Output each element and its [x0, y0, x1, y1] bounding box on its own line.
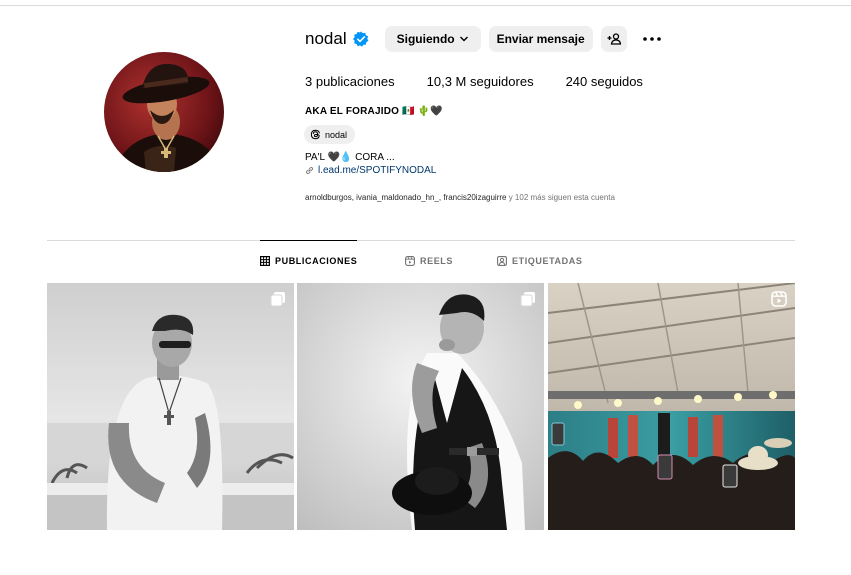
post-photo-concert [548, 283, 795, 530]
tab-posts[interactable]: PUBLICACIONES [260, 256, 357, 266]
profile-avatar[interactable] [104, 52, 224, 172]
profile-bio: PA'L 🖤💧 CORA ... [305, 152, 395, 163]
avatar-photo [104, 52, 224, 172]
add-user-icon [607, 33, 621, 45]
post-tile[interactable] [47, 283, 294, 530]
posts-count: 3 publicaciones [305, 74, 395, 89]
profile-link[interactable]: l.ead.me/SPOTIFYNODAL [305, 165, 436, 176]
following-count[interactable]: 240 seguidos [566, 74, 643, 89]
carousel-icon [270, 292, 285, 307]
more-dots-icon [642, 37, 661, 41]
threads-icon [310, 129, 320, 140]
followed-by-names: arnoldburgos, ivania_maldonado_hn_, fran… [305, 193, 507, 202]
reel-icon [771, 291, 787, 307]
profile-username: nodal [305, 29, 347, 48]
link-icon [305, 166, 314, 175]
more-options-button[interactable] [639, 26, 665, 52]
send-message-label: Enviar mensaje [496, 32, 585, 46]
chevron-down-icon [459, 36, 468, 42]
tagged-icon [497, 256, 507, 266]
followed-by-text[interactable]: arnoldburgos, ivania_maldonado_hn_, fran… [305, 193, 615, 202]
following-button-label: Siguiendo [396, 32, 455, 46]
followers-count[interactable]: 10,3 M seguidores [427, 74, 534, 89]
following-button[interactable]: Siguiendo [384, 26, 481, 52]
profile-full-name: AKA EL FORAJIDO 🇲🇽 🌵🖤 [305, 106, 444, 117]
verified-badge-icon [352, 31, 369, 47]
tab-posts-label: PUBLICACIONES [275, 256, 358, 266]
browser-top-edge [0, 0, 851, 6]
active-tab-indicator [260, 240, 357, 241]
threads-badge[interactable]: nodal [304, 125, 356, 144]
reels-icon [405, 256, 415, 266]
post-tile[interactable] [297, 283, 544, 530]
post-photo-beach-portrait [47, 283, 294, 530]
tabs-divider [47, 240, 795, 241]
carousel-icon [520, 292, 535, 307]
tab-tagged-label: ETIQUETADAS [512, 256, 583, 266]
threads-label: nodal [325, 129, 348, 140]
profile-header-row: nodal Siguiendo Enviar mensaje [305, 26, 665, 52]
grid-icon [260, 256, 270, 266]
tab-reels[interactable]: REELS [405, 256, 453, 266]
profile-link-text: l.ead.me/SPOTIFYNODAL [318, 165, 437, 176]
followed-by-rest: y 102 más siguen esta cuenta [506, 193, 615, 202]
send-message-button[interactable]: Enviar mensaje [488, 26, 593, 52]
profile-stats: 3 publicaciones 10,3 M seguidores 240 se… [305, 74, 675, 89]
post-photo-studio-portrait [297, 283, 544, 530]
post-tile[interactable] [548, 283, 795, 530]
tab-tagged[interactable]: ETIQUETADAS [497, 256, 582, 266]
tab-reels-label: REELS [420, 256, 454, 266]
suggested-users-button[interactable] [600, 26, 627, 52]
